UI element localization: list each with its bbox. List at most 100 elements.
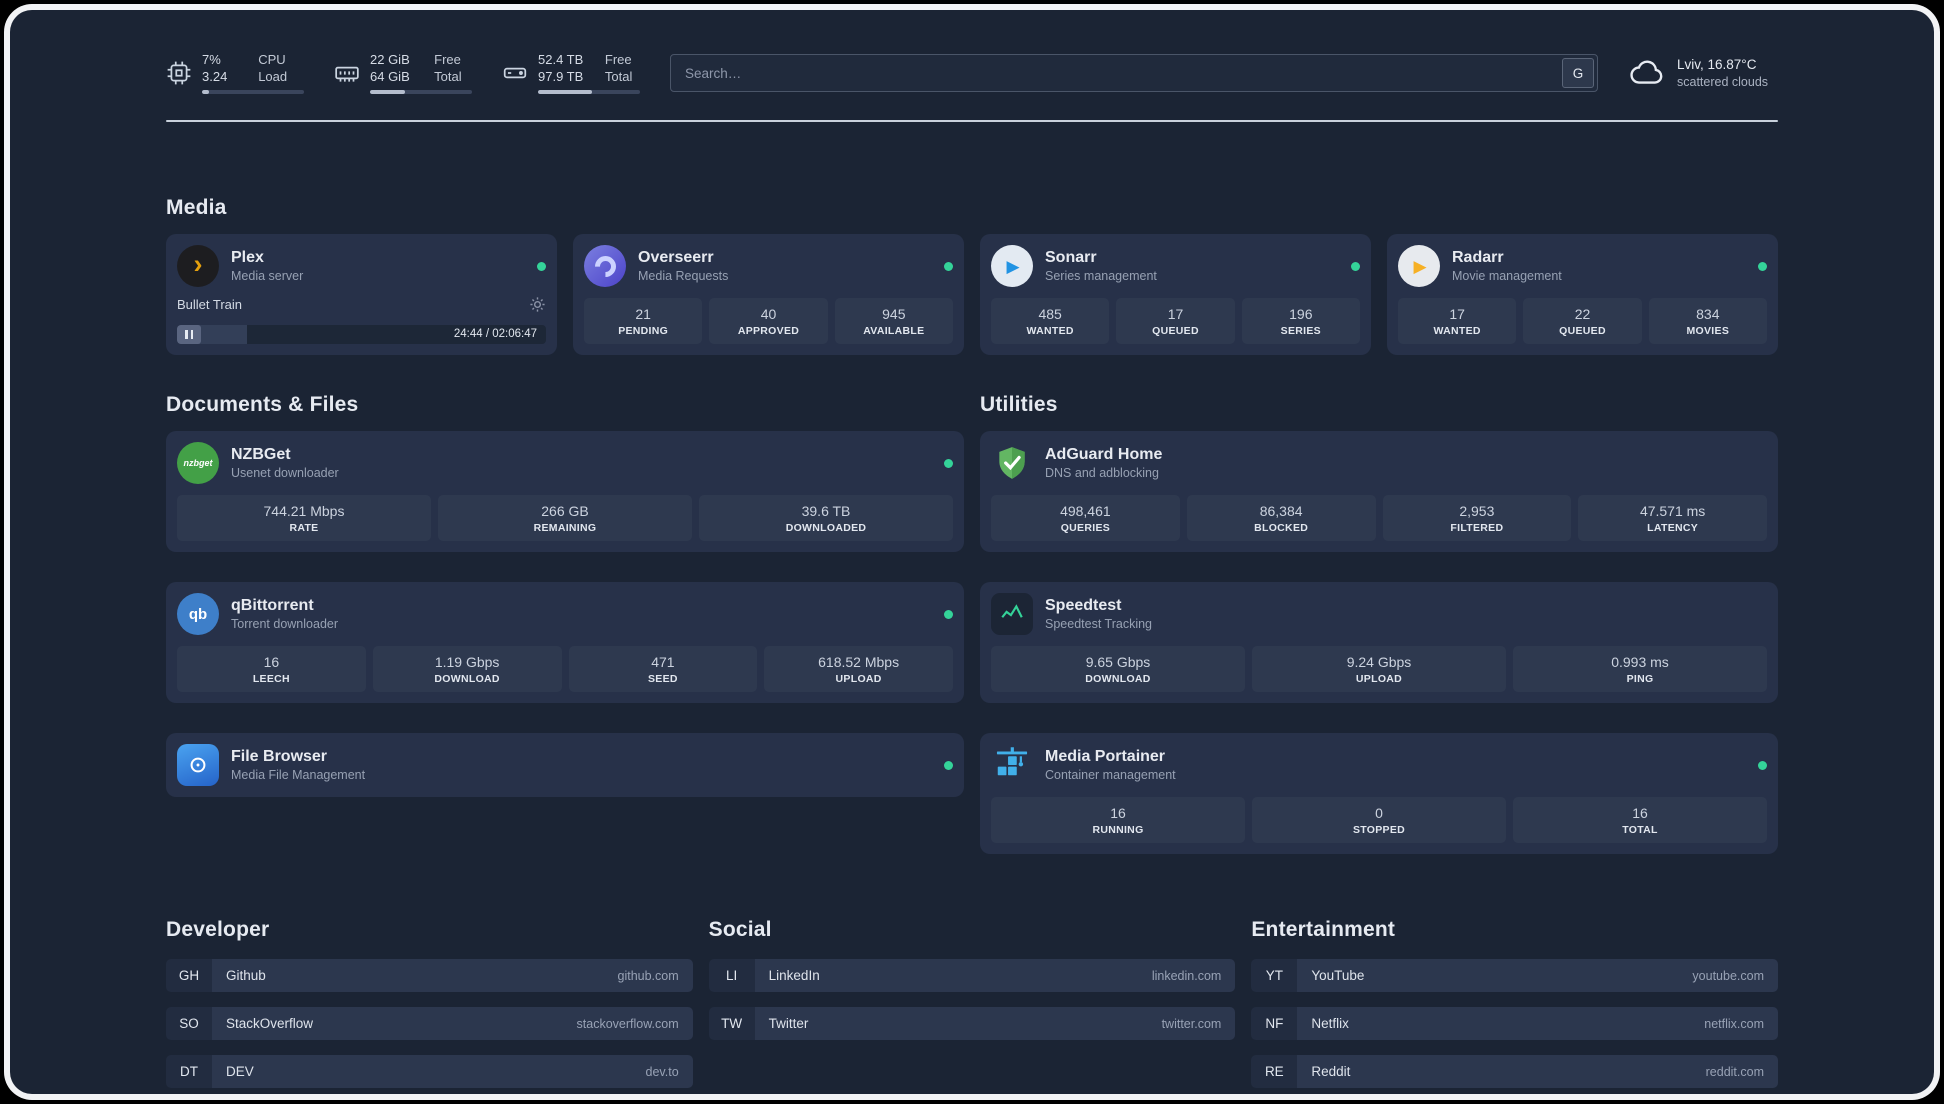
now-playing-title: Bullet Train <box>177 297 243 312</box>
playback-time: 24:44 / 02:06:47 <box>453 328 537 340</box>
section-documents: Documents & Files nzbget NZBGet Usenet d… <box>166 393 964 797</box>
resource-widgets: 7% CPU 3.24 Load 22 GiB Free 64 GiB Tota… <box>166 52 640 94</box>
weather-widget: Lviv, 16.87°C scattered clouds <box>1628 54 1778 92</box>
service-card-radarr[interactable]: ▶ Radarr Movie management 17 WANTED 22 Q… <box>1387 234 1778 355</box>
service-card-plex[interactable]: › Plex Media server Bullet Train 24:44 /… <box>166 234 557 355</box>
service-name: Media Portainer <box>1045 748 1166 765</box>
stat-value: 17 <box>1167 306 1184 322</box>
bookmark-name: StackOverflow <box>226 1016 314 1031</box>
bookmark-netflix[interactable]: NF Netflix netflix.com <box>1251 1007 1778 1040</box>
stat-value: 2,953 <box>1459 503 1495 519</box>
stat-box: 2,953 FILTERED <box>1382 495 1572 541</box>
service-card-overseerr[interactable]: Overseerr Media Requests 21 PENDING 40 A… <box>573 234 964 355</box>
stat-box: 498,461 QUERIES <box>991 495 1180 541</box>
stat-box: 1.19 Gbps DOWNLOAD <box>372 646 562 692</box>
stat-label: MOVIES <box>1686 325 1730 337</box>
stat-label: FILTERED <box>1450 522 1504 534</box>
bookmark-stackoverflow[interactable]: SO StackOverflow stackoverflow.com <box>166 1007 693 1040</box>
service-description: Media File Management <box>231 768 366 782</box>
stat-box: 47.571 ms LATENCY <box>1578 495 1767 541</box>
section-title-developer: Developer <box>166 918 270 941</box>
service-card-adguard[interactable]: AdGuard Home DNS and adblocking 498,461 … <box>980 431 1778 552</box>
stat-box: 21 PENDING <box>584 298 703 344</box>
cloud-icon <box>1630 60 1663 84</box>
stat-label: TOTAL <box>1622 824 1658 836</box>
stat-label: LEECH <box>252 673 290 685</box>
bookmark-dev[interactable]: DT DEV dev.to <box>166 1055 693 1088</box>
service-name: NZBGet <box>231 446 291 463</box>
section-utilities: Utilities AdGuard Home DNS and adblockin… <box>980 393 1778 854</box>
stat-box: 0.993 ms PING <box>1513 646 1767 692</box>
stat-value: 39.6 TB <box>801 503 851 519</box>
sonarr-play-glyph: ▶ <box>1006 256 1020 276</box>
service-card-sonarr[interactable]: ▶ Sonarr Series management 485 WANTED 17… <box>980 234 1371 355</box>
service-description: DNS and adblocking <box>1045 466 1159 480</box>
status-dot <box>944 609 953 619</box>
stat-value: 618.52 Mbps <box>818 654 900 670</box>
stat-value: 40 <box>760 306 777 322</box>
bookmark-name: Reddit <box>1311 1064 1351 1079</box>
bookmark-abbr: LI <box>708 959 755 992</box>
gear-icon[interactable] <box>529 296 546 313</box>
service-name: Radarr <box>1452 249 1504 266</box>
bookmark-url: twitter.com <box>1161 1016 1222 1031</box>
bookmark-twitter[interactable]: TW Twitter twitter.com <box>708 1007 1236 1040</box>
bookmark-url: youtube.com <box>1692 968 1764 983</box>
stat-box: 9.24 Gbps UPLOAD <box>1252 646 1506 692</box>
stat-box: 196 SERIES <box>1241 298 1360 344</box>
seek-bar[interactable]: 24:44 / 02:06:47 <box>177 325 546 344</box>
qbittorrent-logo-text: qb <box>188 605 208 623</box>
bookmark-abbr: SO <box>166 1007 212 1040</box>
service-description: Series management <box>1045 269 1157 283</box>
service-card-filebrowser[interactable]: File Browser Media File Management <box>166 733 964 797</box>
service-card-portainer[interactable]: Media Portainer Container management 16 … <box>980 733 1778 854</box>
bookmark-group-entertainment: Entertainment YT YouTube youtube.com NF … <box>1251 918 1778 1088</box>
stat-value: 17 <box>1449 306 1465 322</box>
section-title-entertainment: Entertainment <box>1251 918 1396 941</box>
service-card-qbittorrent[interactable]: qb qBittorrent Torrent downloader 16 LEE… <box>166 582 964 703</box>
stat-label: PENDING <box>618 325 669 337</box>
resource-disk: 52.4 TB Free 97.9 TB Total <box>502 52 640 94</box>
bookmark-linkedin[interactable]: LI LinkedIn linkedin.com <box>708 959 1236 992</box>
section-title-media: Media <box>166 196 227 219</box>
stat-value: 9.24 Gbps <box>1346 654 1412 670</box>
disk-free-value: 52.4 TB <box>538 52 584 67</box>
bookmark-name: Twitter <box>768 1016 809 1031</box>
weather-location: Lviv, 16.87°C <box>1677 57 1757 72</box>
service-description: Container management <box>1045 768 1176 782</box>
stat-value: 1.19 Gbps <box>434 654 500 670</box>
portainer-icon <box>991 744 1033 786</box>
bookmark-reddit[interactable]: RE Reddit reddit.com <box>1251 1055 1778 1088</box>
section-title-documents: Documents & Files <box>166 393 359 416</box>
cpu-load-label: Load <box>258 69 288 84</box>
stat-box: 9.65 Gbps DOWNLOAD <box>991 646 1245 692</box>
stat-value: 16 <box>263 654 280 670</box>
stat-value: 21 <box>635 306 651 322</box>
stat-value: 498,461 <box>1060 503 1111 519</box>
pause-button[interactable] <box>177 325 201 344</box>
stat-value: 196 <box>1289 306 1313 322</box>
cpu-load-value: 3.24 <box>202 69 228 84</box>
search-input[interactable] <box>670 54 1598 92</box>
stat-label: QUERIES <box>1060 522 1111 534</box>
bookmark-name: DEV <box>226 1064 254 1079</box>
service-card-speedtest[interactable]: Speedtest Speedtest Tracking 9.65 Gbps D… <box>980 582 1778 703</box>
bookmark-url: linkedin.com <box>1151 968 1222 983</box>
stat-label: REMAINING <box>533 522 597 534</box>
search-provider-button[interactable]: G <box>1562 58 1594 88</box>
stat-box: 618.52 Mbps UPLOAD <box>764 646 953 692</box>
bookmark-youtube[interactable]: YT YouTube youtube.com <box>1251 959 1778 992</box>
nzbget-icon: nzbget <box>177 442 219 484</box>
status-dot <box>1351 261 1360 271</box>
stat-box: 945 AVAILABLE <box>834 298 953 344</box>
filebrowser-icon <box>177 744 219 786</box>
stat-box: 16 LEECH <box>177 646 366 692</box>
plex-chevron-glyph: › <box>193 248 203 279</box>
service-card-nzbget[interactable]: nzbget NZBGet Usenet downloader 744.21 M… <box>166 431 964 552</box>
stat-box: 16 RUNNING <box>991 797 1245 843</box>
bookmark-github[interactable]: GH Github github.com <box>166 959 693 992</box>
radarr-play-glyph: ▶ <box>1413 256 1427 276</box>
stat-box: 266 GB REMAINING <box>438 495 692 541</box>
service-name: File Browser <box>231 748 328 765</box>
stat-label: QUEUED <box>1559 325 1606 337</box>
